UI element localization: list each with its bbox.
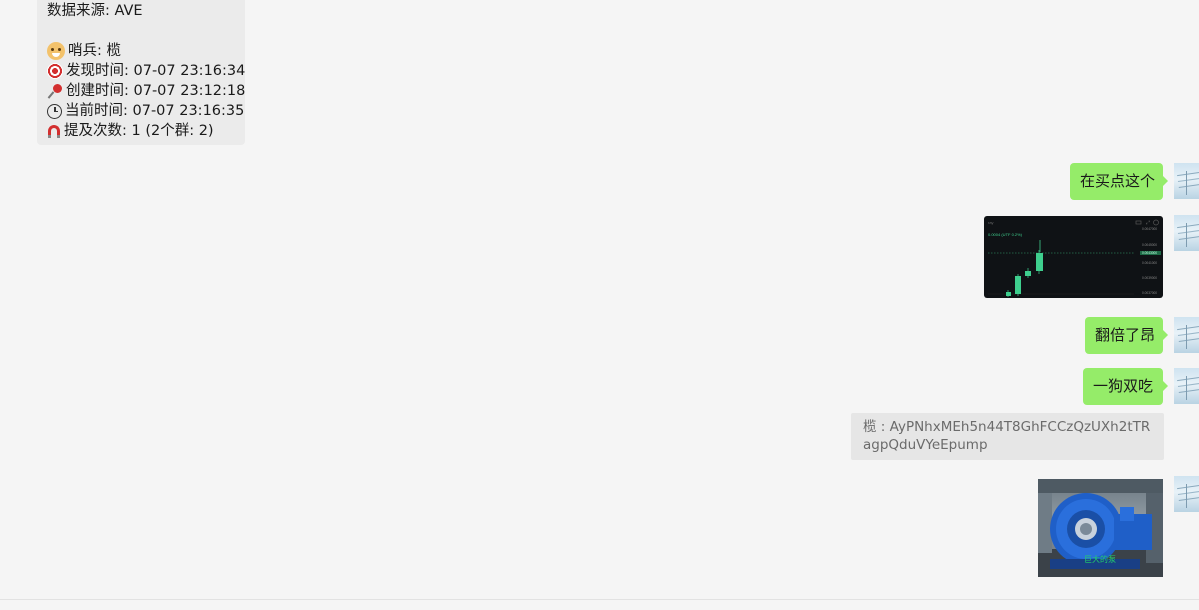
pump-photo-image[interactable]: 巨大的泵 (1038, 479, 1163, 577)
svg-text:ray: ray (988, 220, 994, 225)
sentinel-line: 哨兵: 榄 (68, 43, 121, 59)
sentinel-row: 哨兵: 榄 (47, 41, 235, 61)
source-line: 数据来源: AVE (47, 3, 143, 19)
candlestick-chart-image[interactable]: ray 0.0004 (UTF 0.2%) ⤢ 0.0047000 0.0045… (984, 216, 1163, 298)
candles (1006, 250, 1043, 297)
found-time-row: 发现时间: 07-07 23:16:34 (47, 61, 245, 81)
own-message-bubble[interactable]: 翻倍了昂 (1085, 317, 1168, 354)
magnet-icon (47, 124, 61, 139)
clock-icon (47, 103, 62, 119)
own-avatar[interactable] (1174, 317, 1199, 353)
price-label: 0.0037000 (1142, 291, 1157, 295)
message-text: 一狗双吃 (1093, 377, 1154, 395)
own-message-bubble[interactable]: 一狗双吃 (1083, 368, 1168, 405)
bubble-tail (1163, 381, 1168, 391)
pushpin-icon (47, 83, 63, 99)
own-message-bubble[interactable]: 在买点这个 (1070, 163, 1168, 200)
price-label-current: 0.0043000 (1142, 251, 1157, 255)
bubble-tail (1163, 330, 1168, 340)
price-label: 0.0039000 (1142, 276, 1157, 280)
own-avatar[interactable] (1174, 476, 1199, 512)
incoming-message-bubble[interactable]: 数据来源: AVE 哨兵: 榄 发现时间: 07-07 23:16:34 创建时… (37, 0, 245, 145)
quoted-message[interactable]: 榄 : AyPNhxMEh5n44T8GhFCCzQzUXh2tTRagpQdu… (851, 413, 1164, 460)
price-label: 0.0041000 (1142, 261, 1157, 265)
current-time-row: 当前时间: 07-07 23:16:35 (47, 101, 244, 121)
message-text: 翻倍了昂 (1095, 326, 1156, 344)
svg-text:⤢: ⤢ (1146, 220, 1150, 226)
own-avatar[interactable] (1174, 163, 1199, 199)
dog-face-icon (47, 42, 65, 60)
created-time-line: 创建时间: 07-07 23:12:18 (66, 83, 246, 99)
chart-header: 0.0004 (UTF 0.2%) (988, 232, 1023, 237)
own-avatar[interactable] (1174, 215, 1199, 251)
price-label: 0.0047000 (1142, 227, 1157, 231)
bubble-tail (1163, 176, 1168, 186)
input-divider (0, 599, 1199, 600)
created-time-row: 创建时间: 07-07 23:12:18 (47, 81, 245, 101)
price-label: 0.0045000 (1142, 243, 1157, 247)
mentions-row: 提及次数: 1 (2个群: 2) (47, 121, 235, 141)
current-time-line: 当前时间: 07-07 23:16:35 (65, 103, 245, 119)
target-icon (47, 63, 63, 79)
message-text: 在买点这个 (1080, 172, 1156, 190)
mentions-line: 提及次数: 1 (2个群: 2) (64, 123, 214, 139)
quote-text: 榄 : AyPNhxMEh5n44T8GhFCCzQzUXh2tTRagpQdu… (863, 419, 1151, 453)
image-caption: 巨大的泵 (1084, 554, 1116, 564)
own-avatar[interactable] (1174, 368, 1199, 404)
found-time-line: 发现时间: 07-07 23:16:34 (66, 63, 246, 79)
